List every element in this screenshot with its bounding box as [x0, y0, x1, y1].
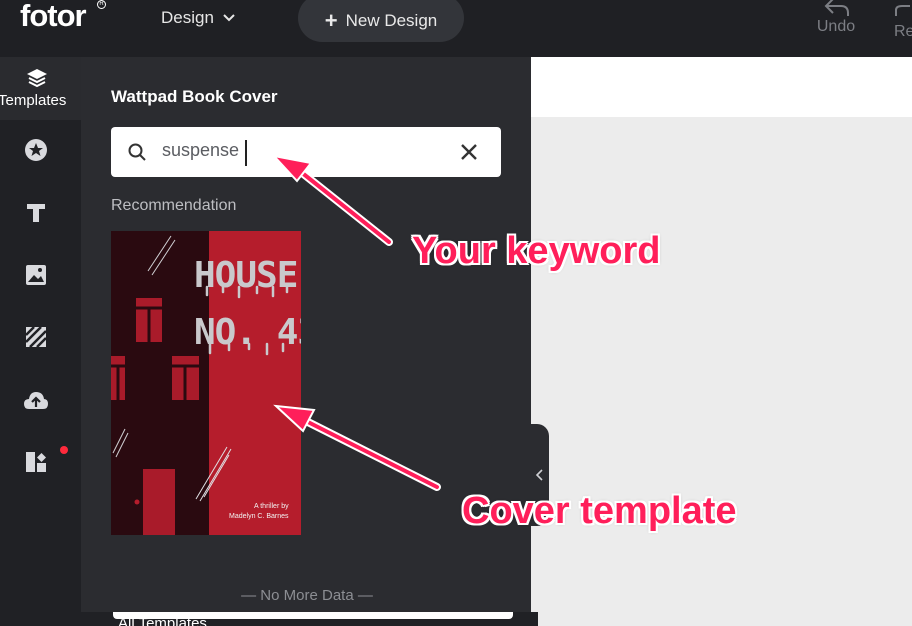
- recommendation-label: Recommendation: [111, 197, 237, 214]
- search-icon: [128, 143, 146, 161]
- sidebar-item-apps[interactable]: [22, 448, 50, 476]
- all-templates-label[interactable]: All Templates: [118, 615, 207, 626]
- text-caret: [245, 140, 247, 166]
- no-more-data-label: — No More Data —: [241, 587, 373, 604]
- sidebar-item-elements[interactable]: [22, 136, 50, 164]
- notification-dot: [60, 446, 68, 454]
- cover-template-card[interactable]: HOUSE NO. 43 A thriller by Madelyn C. Ba…: [111, 231, 301, 535]
- redo-icon: [895, 5, 910, 16]
- annotation-keyword: Your keyword: [412, 230, 661, 272]
- design-menu-label: Design: [161, 8, 214, 27]
- top-bar: fotor R Design + New Design Undo Re: [0, 0, 912, 57]
- search-input[interactable]: suspense: [111, 127, 501, 177]
- sidebar-item-photos[interactable]: [22, 261, 50, 289]
- cover-byline2: Madelyn C. Barnes: [229, 513, 289, 520]
- left-sidebar: Templates: [0, 57, 81, 626]
- widgets-icon: [26, 452, 46, 472]
- bottom-panel-strip: All Templates: [81, 612, 538, 626]
- new-design-button[interactable]: + New Design: [298, 0, 464, 42]
- sidebar-item-label: Templates: [0, 92, 67, 109]
- cover-template-image: HOUSE NO. 43 A thriller by Madelyn C. Ba…: [111, 231, 301, 535]
- text-icon: [27, 204, 45, 222]
- annotation-cover-template: Cover template: [462, 490, 737, 532]
- fotor-logo[interactable]: fotor: [20, 0, 87, 34]
- close-icon[interactable]: [459, 142, 479, 162]
- panel-title: Wattpad Book Cover: [111, 87, 278, 106]
- design-menu[interactable]: Design: [161, 7, 236, 29]
- sidebar-item-background[interactable]: [22, 323, 50, 351]
- chevron-down-icon: [223, 14, 235, 22]
- sidebar-item-text[interactable]: [22, 199, 50, 227]
- plus-icon: +: [324, 8, 338, 33]
- cover-title-line1: HOUSE: [194, 255, 297, 296]
- sidebar-item-uploads[interactable]: [22, 386, 50, 414]
- star-icon: [25, 139, 47, 161]
- upload-cloud-icon: [24, 392, 48, 409]
- chevron-left-icon: [535, 469, 543, 481]
- sidebar-item-templates[interactable]: Templates: [0, 57, 81, 120]
- cover-byline1: A thriller by: [254, 503, 289, 510]
- undo-button[interactable]: Undo: [814, 0, 858, 42]
- layers-icon: [27, 69, 47, 88]
- design-canvas[interactable]: [531, 57, 912, 117]
- redo-button[interactable]: Re: [894, 0, 912, 42]
- image-icon: [26, 265, 46, 285]
- search-value: suspense: [162, 140, 240, 160]
- undo-label: Undo: [816, 18, 856, 35]
- new-design-label: New Design: [345, 11, 438, 30]
- undo-icon: [824, 0, 849, 16]
- background-icon: [25, 326, 47, 348]
- registered-mark-icon: R: [97, 0, 106, 9]
- redo-label: Re: [894, 23, 912, 40]
